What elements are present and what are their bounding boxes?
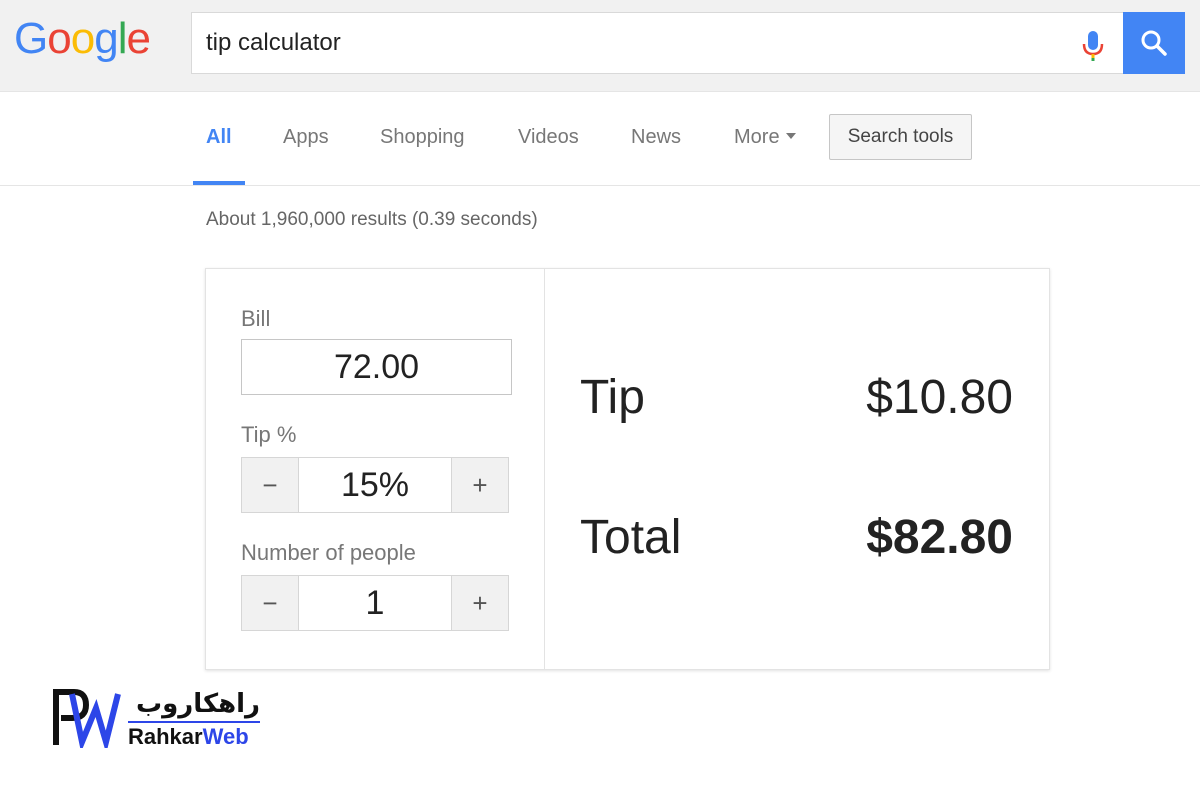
results-count: About 1,960,000 results (0.39 seconds) [206,209,538,230]
tip-percent-value[interactable]: 15% [299,458,451,512]
watermark-web: Web [202,724,249,749]
rahkarweb-logo-icon [53,689,121,748]
search-box[interactable] [191,12,1123,74]
watermark-rahkar: Rahkar [128,724,203,749]
logo-letter: e [126,14,151,63]
search-input[interactable] [206,13,1046,73]
caret-down-icon [785,132,796,139]
search-icon [1141,30,1167,56]
watermark-persian-text: راهکاروب [135,688,260,718]
logo-letter: g [94,14,119,63]
total-value: $82.80 [866,511,1013,564]
tip-increment-button[interactable]: + [451,458,508,512]
logo-letter: G [14,14,48,63]
microphone-icon[interactable] [1080,29,1106,63]
people-stepper: − 1 + [241,575,509,631]
card-divider [544,269,545,669]
search-tools-button[interactable]: Search tools [829,114,972,160]
watermark-latin-text: RahkarWeb [128,724,249,750]
logo-letter: o [47,14,72,63]
tip-result-label: Tip [580,371,645,424]
total-label: Total [580,511,682,564]
tip-decrement-button[interactable]: − [242,458,299,512]
tab-shopping[interactable]: Shopping [380,126,465,149]
active-tab-indicator [193,181,245,185]
tab-apps[interactable]: Apps [283,126,329,149]
bill-input[interactable]: 72.00 [241,339,512,395]
tip-result-value: $10.80 [866,371,1013,424]
tab-videos[interactable]: Videos [518,126,579,149]
search-button[interactable] [1123,12,1185,74]
search-tabs: All Apps Shopping Videos News More [0,92,1200,186]
tab-news[interactable]: News [631,126,681,149]
header-bar: Google [0,0,1200,92]
people-increment-button[interactable]: + [451,576,508,630]
tab-all[interactable]: All [206,126,232,149]
tab-more[interactable]: More [734,126,796,149]
logo-letter: o [70,14,96,63]
tip-calculator-card: Bill 72.00 Tip % − 15% + Number of peopl… [205,268,1050,670]
tab-more-label: More [734,126,780,148]
people-decrement-button[interactable]: − [242,576,299,630]
google-logo[interactable]: Google [14,14,151,64]
tip-percent-stepper: − 15% + [241,457,509,513]
people-label: Number of people [241,540,416,565]
watermark-divider [128,721,260,723]
tip-percent-label: Tip % [241,422,297,447]
bill-label: Bill [241,306,271,331]
people-value[interactable]: 1 [299,576,451,630]
logo-letter: l [117,14,128,63]
